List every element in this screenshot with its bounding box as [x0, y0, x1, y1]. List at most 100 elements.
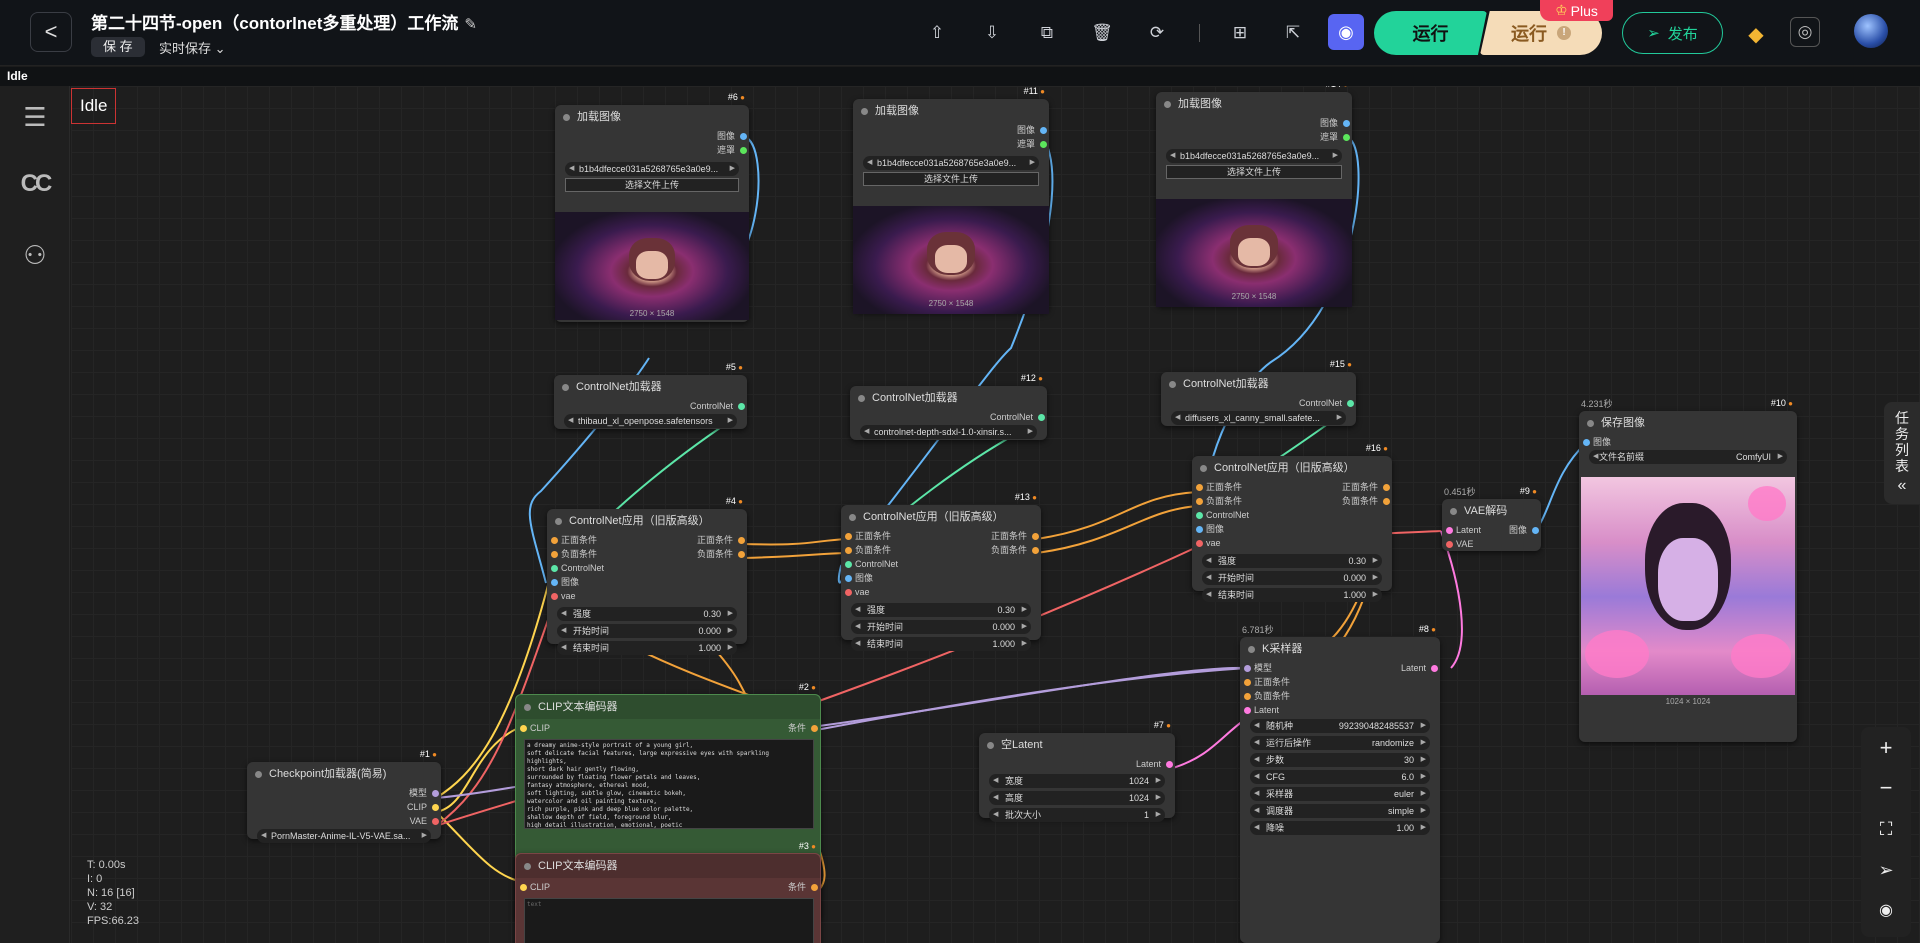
widget-field[interactable]: 宽度 1024 [989, 774, 1165, 788]
controlnet-loader-node-5[interactable]: #5 ControlNet加载器 ControlNet thibaud_xl_o… [554, 362, 747, 429]
image-file-select[interactable]: b1b4dfecce031a5268765e3a0e9... [1166, 149, 1342, 163]
widget-field[interactable]: 强度 0.30 [557, 607, 737, 621]
widget-field[interactable]: 步数 30 [1250, 753, 1430, 767]
output-port[interactable] [1032, 533, 1039, 540]
input-port[interactable] [1446, 541, 1453, 548]
input-port[interactable] [520, 725, 527, 732]
load-image-node-14[interactable]: #14 加载图像 图像 遮罩 b1b4dfecce031a5268765e3a0… [1156, 86, 1352, 307]
output-port[interactable] [811, 884, 818, 891]
eye-icon[interactable]: ◉ [1866, 891, 1906, 931]
widget-field[interactable]: 结束时间 1.000 [851, 637, 1031, 651]
output-port[interactable] [1532, 527, 1539, 534]
output-port[interactable] [1343, 134, 1350, 141]
output-port[interactable] [1038, 414, 1045, 421]
widget-field[interactable]: 开始时间 0.000 [851, 620, 1031, 634]
output-port[interactable] [1431, 665, 1438, 672]
controlnet-apply-node-16[interactable]: #16 ControlNet应用（旧版高级） 正面条件 正面条件负面条件 负面条件 Con… [1192, 443, 1392, 602]
filename-prefix-field[interactable]: 文件名前缀 ComfyUI [1589, 450, 1787, 464]
input-port[interactable] [1244, 693, 1251, 700]
input-port[interactable] [1196, 540, 1203, 547]
controlnet-loader-node-12[interactable]: #12 ControlNet加载器 ControlNet controlnet-… [850, 373, 1047, 440]
output-port[interactable] [432, 790, 439, 797]
controlnet-apply-node-13[interactable]: #13 ControlNet应用（旧版高级） 正面条件 正面条件负面条件 负面条件 Con… [841, 492, 1041, 651]
view-icon[interactable]: ◎ [1790, 17, 1820, 47]
output-port[interactable] [738, 551, 745, 558]
delete-icon[interactable]: 🗑 [1089, 20, 1115, 46]
plus-badge[interactable]: ♔ Plus [1540, 0, 1613, 21]
controlnet-model-select[interactable]: thibaud_xl_openpose.safetensors [564, 414, 737, 428]
fit-view-icon[interactable]: ⛶ [1866, 809, 1906, 849]
checkpoint-model-select[interactable]: PornMaster-Anime-IL-V5-VAE.sa... [257, 829, 431, 843]
save-image-node-10[interactable]: 4.231秒 #10 保存图像 图像 文件名前缀 ComfyUI 1024 × 1… [1579, 398, 1797, 742]
image-file-select[interactable]: b1b4dfecce031a5268765e3a0e9... [565, 162, 739, 176]
output-port[interactable] [1032, 547, 1039, 554]
vae-decode-node-9[interactable]: 0.451秒 #9 VAE解码 Latent 图像 VAE [1442, 486, 1541, 551]
refresh-icon[interactable]: ⟳ [1144, 20, 1170, 46]
upload-button[interactable]: 选择文件上传 [1166, 165, 1342, 179]
upload-icon[interactable]: ⇧ [924, 20, 950, 46]
output-port[interactable] [1343, 120, 1350, 127]
prompt-textarea[interactable]: a dreamy anime-style portrait of a young… [524, 739, 814, 829]
widget-field[interactable]: 批次大小 1 [989, 808, 1165, 822]
load-image-node-6[interactable]: #6 加载图像 图像 遮罩 b1b4dfecce031a5268765e3a0e… [555, 92, 749, 322]
input-port[interactable] [1244, 665, 1251, 672]
widget-field[interactable]: 调度器 simple [1250, 804, 1430, 818]
controlnet-model-select[interactable]: diffusers_xl_canny_small.safete... [1171, 411, 1346, 425]
widget-field[interactable]: CFG 6.0 [1250, 770, 1430, 784]
discord-button[interactable]: ◉ [1328, 14, 1364, 50]
task-list-panel[interactable]: 任务列表 « [1884, 402, 1920, 504]
collapse-icon[interactable]: « [1884, 478, 1920, 494]
widget-field[interactable]: 强度 0.30 [851, 603, 1031, 617]
diamond-icon[interactable]: ◆ [1743, 22, 1769, 46]
input-port[interactable] [845, 575, 852, 582]
publish-button[interactable]: ➢ 发布 [1622, 12, 1723, 54]
widget-field[interactable]: 运行后操作 randomize [1250, 736, 1430, 750]
grid-icon[interactable]: ⊞ [1227, 20, 1253, 46]
ksampler-node-8[interactable]: 6.781秒 #8 K采样器 模型 Latent 正面条件 负面条件 Latent… [1240, 624, 1440, 943]
autosave-dropdown[interactable]: 实时保存 ⌄ [159, 38, 226, 57]
widget-field[interactable]: 强度 0.30 [1202, 554, 1382, 568]
input-port[interactable] [1244, 679, 1251, 686]
widget-field[interactable]: 随机种 992390482485537 [1250, 719, 1430, 733]
controlnet-apply-node-4[interactable]: #4 ControlNet应用（旧版高级） 正面条件 正面条件负面条件 负面条件 Cont… [547, 496, 747, 655]
export-icon[interactable]: ⧉ [1034, 20, 1060, 46]
input-port[interactable] [1196, 484, 1203, 491]
controlnet-loader-node-15[interactable]: #15 ControlNet加载器 ControlNet diffusers_x… [1161, 359, 1356, 426]
download-icon[interactable]: ⇩ [979, 20, 1005, 46]
widget-field[interactable]: 结束时间 1.000 [557, 641, 737, 655]
widget-field[interactable]: 开始时间 0.000 [557, 624, 737, 638]
input-port[interactable] [551, 593, 558, 600]
input-port[interactable] [1196, 512, 1203, 519]
output-port[interactable] [740, 147, 747, 154]
input-port[interactable] [1196, 526, 1203, 533]
input-port[interactable] [1196, 498, 1203, 505]
image-file-select[interactable]: b1b4dfecce031a5268765e3a0e9... [863, 156, 1039, 170]
output-port[interactable] [1383, 484, 1390, 491]
zoom-in-icon[interactable]: + [1866, 728, 1906, 768]
input-port[interactable] [551, 551, 558, 558]
back-button[interactable]: < [30, 12, 72, 52]
clip-text-encode-negative-node-3[interactable]: #3 CLIP文本编码器 CLIP 条件 text [515, 841, 821, 943]
input-port[interactable] [845, 533, 852, 540]
output-port[interactable] [1166, 761, 1173, 768]
output-port[interactable] [1383, 498, 1390, 505]
widget-field[interactable]: 开始时间 0.000 [1202, 571, 1382, 585]
widget-field[interactable]: 采样器 euler [1250, 787, 1430, 801]
upload-button[interactable]: 选择文件上传 [863, 172, 1039, 186]
avatar[interactable] [1854, 14, 1888, 48]
output-port[interactable] [811, 725, 818, 732]
output-port[interactable] [432, 818, 439, 825]
save-button[interactable]: 保 存 [91, 37, 145, 57]
upload-button[interactable]: 选择文件上传 [565, 178, 739, 192]
input-port[interactable] [1446, 527, 1453, 534]
load-image-node-11[interactable]: #11 加载图像 图像 遮罩 b1b4dfecce031a5268765e3a0… [853, 86, 1049, 314]
widget-field[interactable]: 结束时间 1.000 [1202, 588, 1382, 602]
prompt-textarea[interactable]: text [524, 898, 814, 943]
input-port[interactable] [1583, 439, 1590, 446]
input-port[interactable] [551, 579, 558, 586]
output-port[interactable] [1040, 141, 1047, 148]
output-port[interactable] [738, 537, 745, 544]
input-port[interactable] [551, 565, 558, 572]
library-icon[interactable]: ☰ [18, 102, 52, 136]
input-port[interactable] [1244, 707, 1251, 714]
